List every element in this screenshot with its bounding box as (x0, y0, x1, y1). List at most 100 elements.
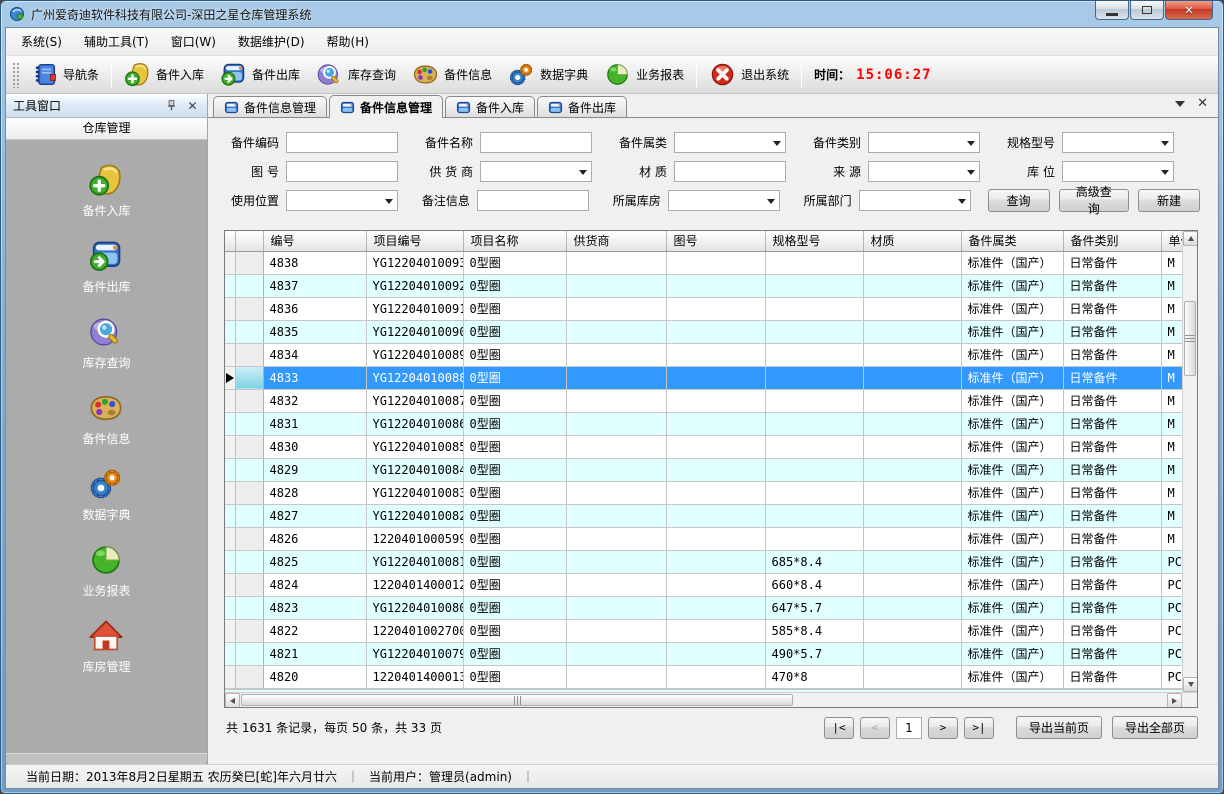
toolbar-button-inventory-query[interactable]: 库存查询 (308, 57, 404, 92)
row-selector-cell[interactable] (235, 389, 263, 412)
last-page-button[interactable]: >| (964, 717, 994, 739)
toolbar-button-parts-info[interactable]: 备件信息 (404, 57, 500, 92)
field-input[interactable] (480, 132, 592, 153)
tab-list-chevron-down-icon[interactable] (1175, 101, 1185, 107)
tab-4[interactable]: 备件出库 (537, 96, 627, 117)
export-all-pages-button[interactable]: 导出全部页 (1112, 716, 1198, 739)
table-row[interactable]: 4832YG122040100870型圈标准件（国产）日常备件M (225, 389, 1182, 412)
sidebar-item-business-report[interactable]: 业务报表 (82, 542, 130, 599)
row-selector-cell[interactable] (235, 366, 263, 389)
prev-page-button[interactable]: < (860, 717, 890, 739)
toolbar-button-business-report[interactable]: 业务报表 (596, 57, 692, 92)
menu-item-5[interactable]: 帮助(H) (316, 28, 380, 55)
toolbar-grip[interactable] (12, 62, 19, 88)
minimize-button[interactable] (1095, 1, 1129, 20)
sidebar-item-inventory-query[interactable]: 库存查询 (82, 314, 130, 371)
menu-item-3[interactable]: 窗口(W) (160, 28, 227, 55)
field-input[interactable] (286, 161, 398, 182)
table-row[interactable]: 4835YG122040100900型圈标准件（国产）日常备件M (225, 320, 1182, 343)
toolbar-button-exit-system[interactable]: 退出系统 (701, 57, 797, 92)
field-select[interactable] (668, 190, 780, 211)
menu-item-2[interactable]: 辅助工具(T) (73, 28, 160, 55)
menu-item-1[interactable]: 系统(S) (10, 28, 73, 55)
panel-close-icon[interactable]: ✕ (185, 98, 200, 113)
table-row[interactable]: 482412204014000120型圈660*8.4标准件（国产）日常备件PC (225, 573, 1182, 596)
horizontal-scroll-thumb[interactable] (241, 694, 793, 706)
row-selector-cell[interactable] (235, 435, 263, 458)
table-row[interactable]: 482212204010027000型圈585*8.4标准件（国产）日常备件PC (225, 619, 1182, 642)
toolbar-button-parts-inbound[interactable]: 备件入库 (116, 57, 212, 92)
field-select[interactable] (480, 161, 592, 182)
table-row[interactable]: 4828YG122040100830型圈标准件（国产）日常备件M (225, 481, 1182, 504)
row-selector-cell[interactable] (235, 596, 263, 619)
field-select[interactable] (1062, 161, 1174, 182)
export-current-page-button[interactable]: 导出当前页 (1016, 716, 1102, 739)
row-selector-cell[interactable] (235, 642, 263, 665)
column-header-项目编号[interactable]: 项目编号 (366, 231, 463, 251)
scroll-down-button[interactable] (1183, 677, 1197, 692)
advanced-query-button[interactable]: 高级查询 (1059, 189, 1130, 212)
column-header-材质[interactable]: 材质 (863, 231, 961, 251)
tab-2[interactable]: 备件信息管理 (329, 95, 443, 118)
vertical-scrollbar[interactable] (1182, 231, 1197, 692)
row-selector-cell[interactable] (235, 550, 263, 573)
table-row[interactable]: 4837YG122040100920型圈标准件（国产）日常备件M (225, 274, 1182, 297)
table-row[interactable]: 4823YG122040100800型圈647*5.7标准件（国产）日常备件PC (225, 596, 1182, 619)
next-page-button[interactable]: > (928, 717, 958, 739)
field-select[interactable] (868, 161, 980, 182)
first-page-button[interactable]: |< (824, 717, 854, 739)
scroll-right-button[interactable] (1167, 693, 1182, 708)
row-selector-cell[interactable] (235, 412, 263, 435)
field-input[interactable] (674, 161, 786, 182)
toolbar-button-navbar[interactable]: 导航条 (23, 57, 107, 92)
sidebar-item-parts-info[interactable]: 备件信息 (82, 390, 130, 447)
row-selector-cell[interactable] (235, 481, 263, 504)
horizontal-scroll-track[interactable] (240, 693, 1167, 707)
field-input[interactable] (477, 190, 589, 211)
row-selector-cell[interactable] (235, 665, 263, 688)
table-row[interactable]: 4829YG122040100840型圈标准件（国产）日常备件M (225, 458, 1182, 481)
table-row[interactable]: 4838YG122040100930型圈标准件（国产）日常备件M (225, 251, 1182, 274)
row-selector-cell[interactable] (235, 297, 263, 320)
row-selector-cell[interactable] (235, 619, 263, 642)
row-selector-cell[interactable] (235, 343, 263, 366)
scroll-up-button[interactable] (1183, 231, 1197, 246)
row-selector-cell[interactable] (235, 320, 263, 343)
field-select[interactable] (286, 190, 398, 211)
tab-close-icon[interactable]: ✕ (1197, 98, 1208, 110)
scroll-left-button[interactable] (225, 693, 240, 708)
page-number-input[interactable] (896, 717, 922, 739)
field-select[interactable] (674, 132, 786, 153)
table-row[interactable]: 4834YG122040100890型圈标准件（国产）日常备件M (225, 343, 1182, 366)
field-input[interactable] (286, 132, 398, 153)
column-header-项目名称[interactable]: 项目名称 (463, 231, 566, 251)
menu-item-4[interactable]: 数据维护(D) (227, 28, 316, 55)
row-selector-cell[interactable] (235, 274, 263, 297)
field-select[interactable] (1062, 132, 1174, 153)
row-selector-cell[interactable] (235, 527, 263, 550)
table-row[interactable]: 4827YG122040100820型圈标准件（国产）日常备件M (225, 504, 1182, 527)
toolbar-button-data-dictionary[interactable]: 数据字典 (500, 57, 596, 92)
table-row[interactable]: 482612204010005990型圈标准件（国产）日常备件M (225, 527, 1182, 550)
row-selector-cell[interactable] (235, 251, 263, 274)
field-select[interactable] (859, 190, 971, 211)
sidebar-item-warehouse-management[interactable]: 库房管理 (82, 618, 130, 675)
table-row[interactable]: 4821YG122040100790型圈490*5.7标准件（国产）日常备件PC (225, 642, 1182, 665)
column-header-单位[interactable]: 单位 (1161, 231, 1182, 251)
row-selector-cell[interactable] (235, 504, 263, 527)
column-header-编号[interactable]: 编号 (263, 231, 366, 251)
column-header-备件类别[interactable]: 备件类别 (1063, 231, 1161, 251)
new-button[interactable]: 新建 (1138, 189, 1200, 212)
tab-3[interactable]: 备件入库 (445, 96, 535, 117)
sidebar-item-parts-outbound[interactable]: 备件出库 (82, 238, 130, 295)
table-row[interactable]: 4836YG122040100910型圈标准件（国产）日常备件M (225, 297, 1182, 320)
vertical-scroll-track[interactable] (1183, 246, 1197, 677)
pin-icon[interactable] (164, 98, 179, 113)
toolbar-button-parts-outbound[interactable]: 备件出库 (212, 57, 308, 92)
sidebar-item-parts-inbound[interactable]: 备件入库 (82, 162, 130, 219)
field-select[interactable] (868, 132, 980, 153)
vertical-scroll-thumb[interactable] (1184, 301, 1196, 376)
table-row[interactable]: 4830YG122040100850型圈标准件（国产）日常备件M (225, 435, 1182, 458)
column-header-规格型号[interactable]: 规格型号 (765, 231, 863, 251)
close-button[interactable]: ✕ (1165, 1, 1213, 20)
